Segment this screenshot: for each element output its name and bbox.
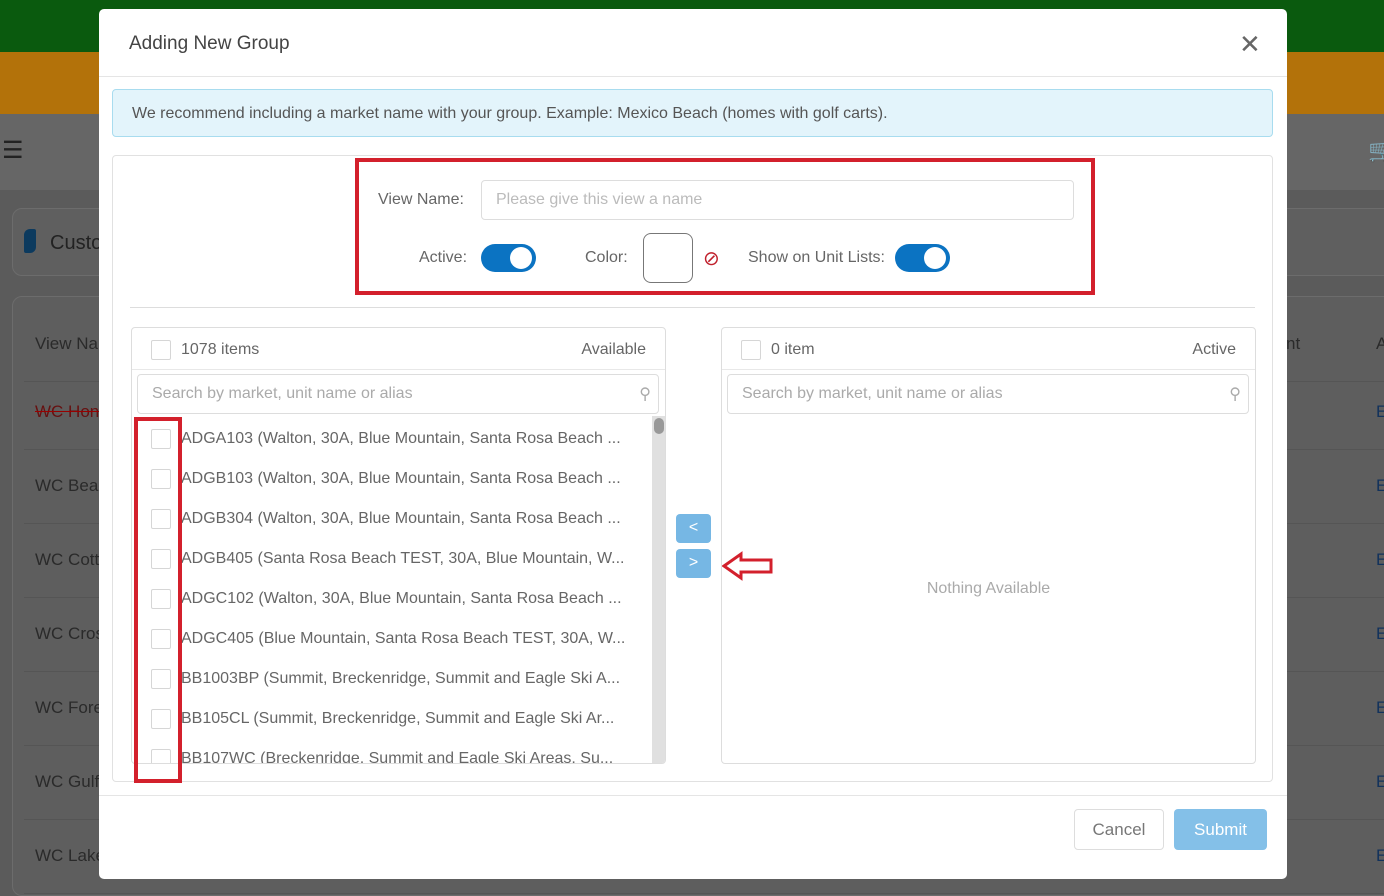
item-label: ADGB304 (Walton, 30A, Blue Mountain, San… bbox=[181, 510, 621, 527]
list-item[interactable]: BB107WC (Breckenridge, Summit and Eagle … bbox=[132, 739, 652, 764]
card-title: Custo bbox=[50, 232, 103, 254]
cart-icon[interactable]: 🛒 bbox=[1368, 138, 1384, 164]
edit-link[interactable]: E bbox=[1376, 402, 1384, 422]
item-label: ADGB103 (Walton, 30A, Blue Mountain, San… bbox=[181, 470, 621, 487]
list-item[interactable]: ADGA103 (Walton, 30A, Blue Mountain, San… bbox=[132, 419, 652, 459]
select-all-available-checkbox[interactable] bbox=[151, 340, 171, 360]
add-group-modal: Adding New Group ✕ We recommend includin… bbox=[99, 9, 1287, 879]
move-left-button[interactable]: < bbox=[676, 514, 711, 543]
item-label: ADGA103 (Walton, 30A, Blue Mountain, San… bbox=[181, 430, 621, 447]
list-item[interactable]: ADGB103 (Walton, 30A, Blue Mountain, San… bbox=[132, 459, 652, 499]
available-count: 1078 items bbox=[181, 341, 260, 358]
modal-title: Adding New Group bbox=[129, 33, 290, 54]
list-item[interactable]: BB105CL (Summit, Breckenridge, Summit an… bbox=[132, 699, 652, 739]
edit-link[interactable]: E bbox=[1376, 772, 1384, 792]
active-title: Active bbox=[1192, 341, 1236, 358]
edit-link[interactable]: E bbox=[1376, 698, 1384, 718]
available-search-input[interactable] bbox=[137, 374, 659, 414]
row-name: WC Lake bbox=[35, 846, 105, 865]
active-list-header: 0 item Active bbox=[722, 328, 1255, 370]
edit-link[interactable]: E bbox=[1376, 550, 1384, 570]
card-icon bbox=[24, 229, 36, 253]
close-icon[interactable]: ✕ bbox=[1239, 29, 1261, 60]
row-name: WC Cros bbox=[35, 624, 104, 643]
annotation-highlight-box bbox=[355, 158, 1095, 295]
active-count: 0 item bbox=[771, 341, 815, 358]
list-item[interactable]: ADGC405 (Blue Mountain, Santa Rosa Beach… bbox=[132, 619, 652, 659]
item-label: BB105CL (Summit, Breckenridge, Summit an… bbox=[181, 710, 615, 727]
item-label: ADGB405 (Santa Rosa Beach TEST, 30A, Blu… bbox=[181, 550, 625, 567]
list-item[interactable]: ADGB405 (Santa Rosa Beach TEST, 30A, Blu… bbox=[132, 539, 652, 579]
select-all-active-checkbox[interactable] bbox=[741, 340, 761, 360]
item-label: BB107WC (Breckenridge, Summit and Eagle … bbox=[181, 750, 614, 764]
edit-link[interactable]: E bbox=[1376, 624, 1384, 644]
search-icon: ⚲ bbox=[639, 386, 651, 403]
annotation-highlight-box bbox=[134, 417, 182, 783]
active-search-input[interactable] bbox=[727, 374, 1249, 414]
available-list-header: 1078 items Available bbox=[132, 328, 665, 370]
row-name: WC Gulf bbox=[35, 772, 100, 791]
cancel-button[interactable]: Cancel bbox=[1074, 809, 1164, 850]
list-item[interactable]: BB1003BP (Summit, Breckenridge, Summit a… bbox=[132, 659, 652, 699]
list-item[interactable]: ADGC102 (Walton, 30A, Blue Mountain, San… bbox=[132, 579, 652, 619]
row-name: WC Cott bbox=[35, 550, 100, 569]
item-label: BB1003BP (Summit, Breckenridge, Summit a… bbox=[181, 670, 621, 687]
submit-button[interactable]: Submit bbox=[1174, 809, 1267, 850]
edit-link[interactable]: E bbox=[1376, 846, 1384, 866]
active-list: 0 item Active ⚲ Nothing Available bbox=[721, 327, 1256, 764]
info-alert: We recommend including a market name wit… bbox=[112, 89, 1273, 137]
scrollbar-thumb[interactable] bbox=[654, 418, 664, 434]
move-right-button[interactable]: > bbox=[676, 549, 711, 578]
divider bbox=[99, 795, 1287, 796]
list-item[interactable]: ADGB304 (Walton, 30A, Blue Mountain, San… bbox=[132, 499, 652, 539]
row-name: WC Hon bbox=[35, 402, 100, 421]
available-title: Available bbox=[581, 341, 646, 358]
row-name: WC Beac bbox=[35, 476, 107, 495]
search-icon: ⚲ bbox=[1229, 386, 1241, 403]
column-header: A bbox=[1376, 334, 1384, 353]
hamburger-menu-icon[interactable]: ☰ bbox=[2, 136, 24, 165]
edit-link[interactable]: E bbox=[1376, 476, 1384, 496]
item-label: ADGC102 (Walton, 30A, Blue Mountain, San… bbox=[181, 590, 622, 607]
column-header: nt bbox=[1286, 334, 1301, 353]
available-list: 1078 items Available ⚲ ADGA103 (Walton, … bbox=[131, 327, 666, 764]
divider bbox=[130, 307, 1255, 308]
column-header: View Na bbox=[35, 334, 98, 353]
item-label: ADGC405 (Blue Mountain, Santa Rosa Beach… bbox=[181, 630, 626, 647]
row-name: WC Fore bbox=[35, 698, 103, 717]
empty-state: Nothing Available bbox=[926, 580, 1051, 597]
divider bbox=[99, 76, 1287, 77]
scrollbar[interactable] bbox=[652, 416, 665, 763]
